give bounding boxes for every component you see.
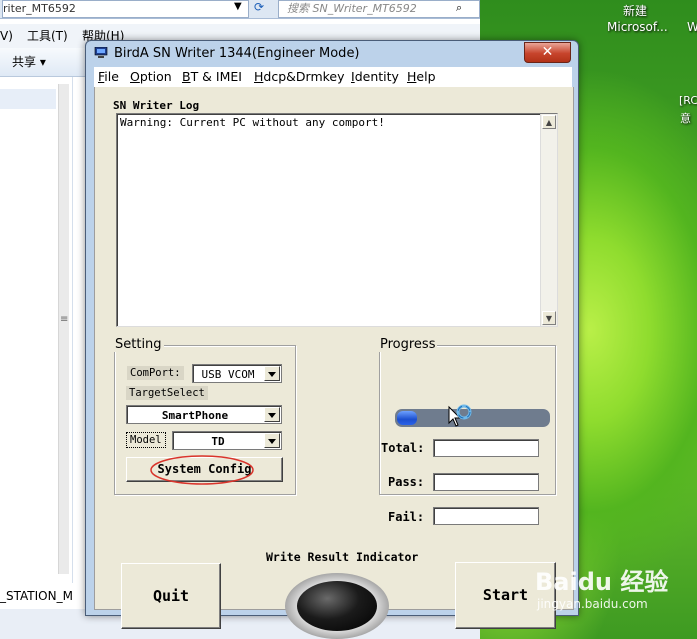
log-textarea[interactable]: Warning: Current PC without any comport!… <box>116 113 558 327</box>
app-icon <box>94 47 108 58</box>
menu-bt-imei-rest: T & IMEI <box>190 69 242 84</box>
menu-help-rest: elp <box>416 69 436 84</box>
menu-option-rest: ption <box>139 69 172 84</box>
menu-option-accel: O <box>130 69 140 84</box>
explorer-menu-view[interactable]: V) <box>0 24 13 48</box>
scroll-down-icon[interactable]: ▼ <box>542 311 556 325</box>
fail-label: Fail: <box>388 510 425 524</box>
comport-value: USB VCOM <box>201 368 255 381</box>
menu-identity[interactable]: Identity <box>351 69 399 84</box>
desktop-icon-label-w[interactable]: W <box>687 20 697 34</box>
indicator-light <box>297 581 377 631</box>
baidu-watermark: Baidu 经验 jingyan.baidu.com <box>535 562 668 611</box>
refresh-icon[interactable]: ⟳ <box>254 0 264 14</box>
progress-bar-fill <box>397 411 417 425</box>
watermark-sub: jingyan.baidu.com <box>537 597 648 611</box>
desktop-icon-label-new[interactable]: 新建 <box>623 2 647 19</box>
setting-caption: Setting <box>113 337 164 352</box>
menu-option[interactable]: Option <box>130 69 172 84</box>
target-select-label: TargetSelect <box>126 386 208 400</box>
desktop-side-text-1: [RC <box>679 94 697 107</box>
menu-hdcp-rest: dcp&Drmkey <box>263 69 345 84</box>
comport-label: ComPort: <box>127 366 184 380</box>
pass-field[interactable] <box>433 473 539 491</box>
search-icon[interactable]: ⌕ <box>456 1 462 15</box>
title-bar[interactable]: BirdA SN Writer 1344(Engineer Mode) ✕ <box>86 41 578 67</box>
write-result-indicator <box>285 573 389 639</box>
log-scrollbar[interactable]: ▲ ▼ <box>540 114 557 326</box>
target-dropdown-icon[interactable] <box>264 407 280 422</box>
desktop-side-text-2: 意 <box>680 112 691 125</box>
start-label: Start <box>482 586 529 604</box>
explorer-selected-row[interactable] <box>0 89 56 109</box>
annotation-circle <box>150 455 254 485</box>
progress-caption: Progress <box>378 337 438 352</box>
explorer-path-text: riter_MT6592 <box>3 2 76 15</box>
watermark-main: Baidu 经验 <box>535 568 669 596</box>
comport-dropdown-icon[interactable] <box>264 366 280 381</box>
menu-file[interactable]: File <box>98 69 119 84</box>
model-dropdown-icon[interactable] <box>264 433 280 448</box>
log-label: SN Writer Log <box>111 99 202 112</box>
comport-select[interactable]: USB VCOM <box>192 364 282 383</box>
explorer-search-field[interactable]: 搜索 SN_Writer_MT6592 <box>278 0 480 18</box>
explorer-search-placeholder: 搜索 SN_Writer_MT6592 <box>287 2 417 15</box>
menu-identity-rest: dentity <box>354 69 399 84</box>
explorer-address-bar: riter_MT6592 ▼ ⟳ 搜索 SN_Writer_MT6592 ⌕ <box>0 0 480 19</box>
menu-hdcp-drmkey[interactable]: Hdcp&Drmkey <box>254 69 345 84</box>
scroll-up-icon[interactable]: ▲ <box>542 115 556 129</box>
model-value: TD <box>211 435 225 448</box>
explorer-scrollbar[interactable]: ≡ <box>58 84 69 574</box>
total-field[interactable] <box>433 439 539 457</box>
pass-label: Pass: <box>388 475 425 489</box>
explorer-bottom-item-text: _STATION_M <box>0 589 73 603</box>
log-text: Warning: Current PC without any comport! <box>120 116 385 129</box>
scroll-grip-icon: ≡ <box>60 314 69 325</box>
sn-writer-window: BirdA SN Writer 1344(Engineer Mode) ✕ Fi… <box>85 40 579 639</box>
window-title: BirdA SN Writer 1344(Engineer Mode) <box>114 46 360 61</box>
explorer-path-field[interactable]: riter_MT6592 <box>2 0 249 18</box>
model-label: Model <box>126 432 166 448</box>
fail-field[interactable] <box>433 507 539 525</box>
explorer-bottom-item[interactable]: _STATION_M <box>0 583 90 609</box>
target-select-value: SmartPhone <box>161 409 229 422</box>
menu-file-rest: ile <box>104 69 119 84</box>
dialog-client-area: SN Writer Log Warning: Current PC withou… <box>94 87 574 639</box>
menu-hdcp-accel: H <box>254 69 264 84</box>
quit-button[interactable]: Quit <box>121 563 221 629</box>
menu-help-accel: H <box>407 69 417 84</box>
busy-cursor-icon <box>448 404 472 427</box>
desktop-icon-label-microsoft[interactable]: Microsof... <box>607 20 668 34</box>
explorer-menu-tools[interactable]: 工具(T) <box>27 24 68 48</box>
close-button[interactable]: ✕ <box>524 42 571 63</box>
total-label: Total: <box>381 441 425 455</box>
quit-label: Quit <box>152 587 190 605</box>
model-select[interactable]: TD <box>172 431 282 450</box>
target-select[interactable]: SmartPhone <box>126 405 282 424</box>
menu-bt-imei[interactable]: BT & IMEI <box>182 69 242 84</box>
write-result-indicator-label: Write Result Indicator <box>264 550 421 564</box>
close-icon: ✕ <box>541 44 554 60</box>
menu-help[interactable]: Help <box>407 69 436 84</box>
menu-bt-imei-accel: B <box>182 69 191 84</box>
explorer-share-button[interactable]: 共享 ▾ <box>12 48 46 76</box>
path-dropdown-icon[interactable]: ▼ <box>234 1 242 12</box>
menu-bar: File Option BT & IMEI Hdcp&Drmkey Identi… <box>94 67 572 88</box>
setting-group: Setting ComPort: USB VCOM TargetSelect S… <box>113 337 296 495</box>
